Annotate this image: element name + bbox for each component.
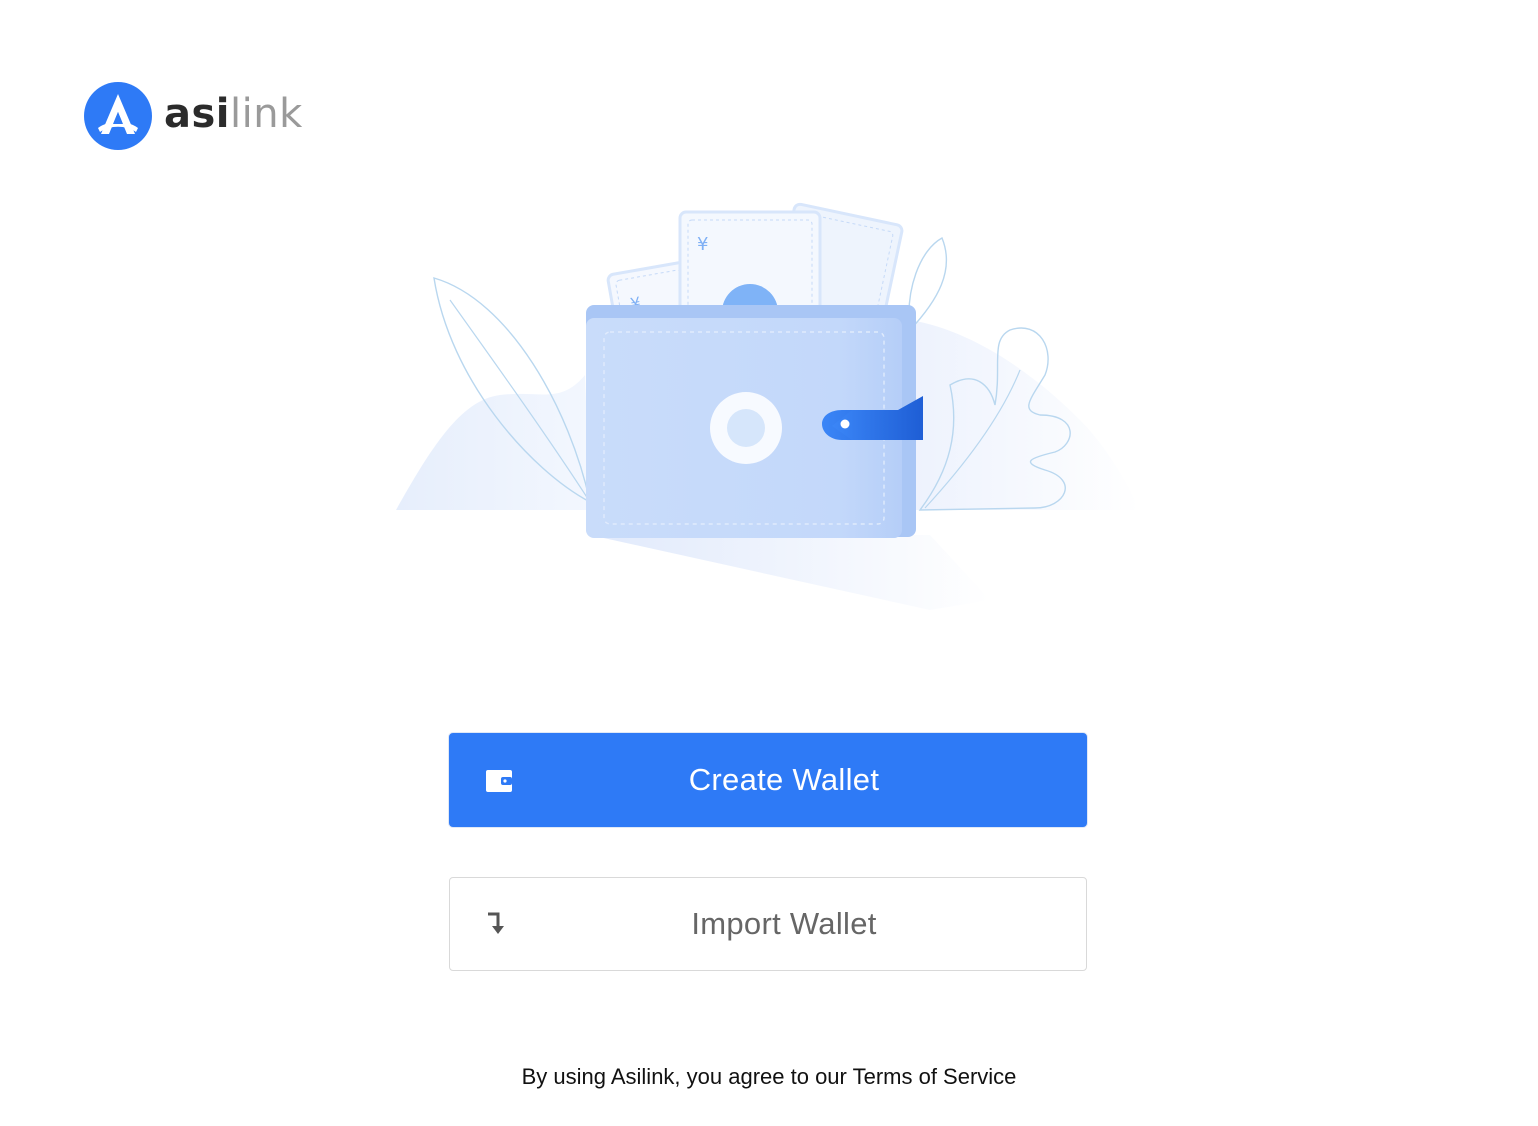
brand-name: asilink bbox=[164, 94, 303, 134]
create-wallet-button[interactable]: Create Wallet bbox=[449, 733, 1087, 827]
import-wallet-button[interactable]: Import Wallet bbox=[449, 877, 1087, 971]
asilink-logo-icon bbox=[84, 82, 152, 150]
brand-name-part1: asi bbox=[164, 91, 231, 137]
wallet-illustration: ¥ ¥ bbox=[396, 202, 1140, 610]
brand-logo: asilink bbox=[84, 82, 303, 150]
svg-text:¥: ¥ bbox=[697, 234, 708, 255]
welcome-page: asilink ¥ ¥ Create Wallet Import Wallet … bbox=[0, 0, 1538, 1126]
import-arrow-icon bbox=[488, 912, 504, 934]
create-wallet-label: Create Wallet bbox=[688, 762, 880, 797]
brand-name-part2: link bbox=[230, 91, 303, 137]
wallet-icon bbox=[486, 770, 512, 792]
terms-notice[interactable]: By using Asilink, you agree to our Terms… bbox=[0, 1064, 1538, 1090]
import-wallet-label: Import Wallet bbox=[691, 906, 877, 941]
